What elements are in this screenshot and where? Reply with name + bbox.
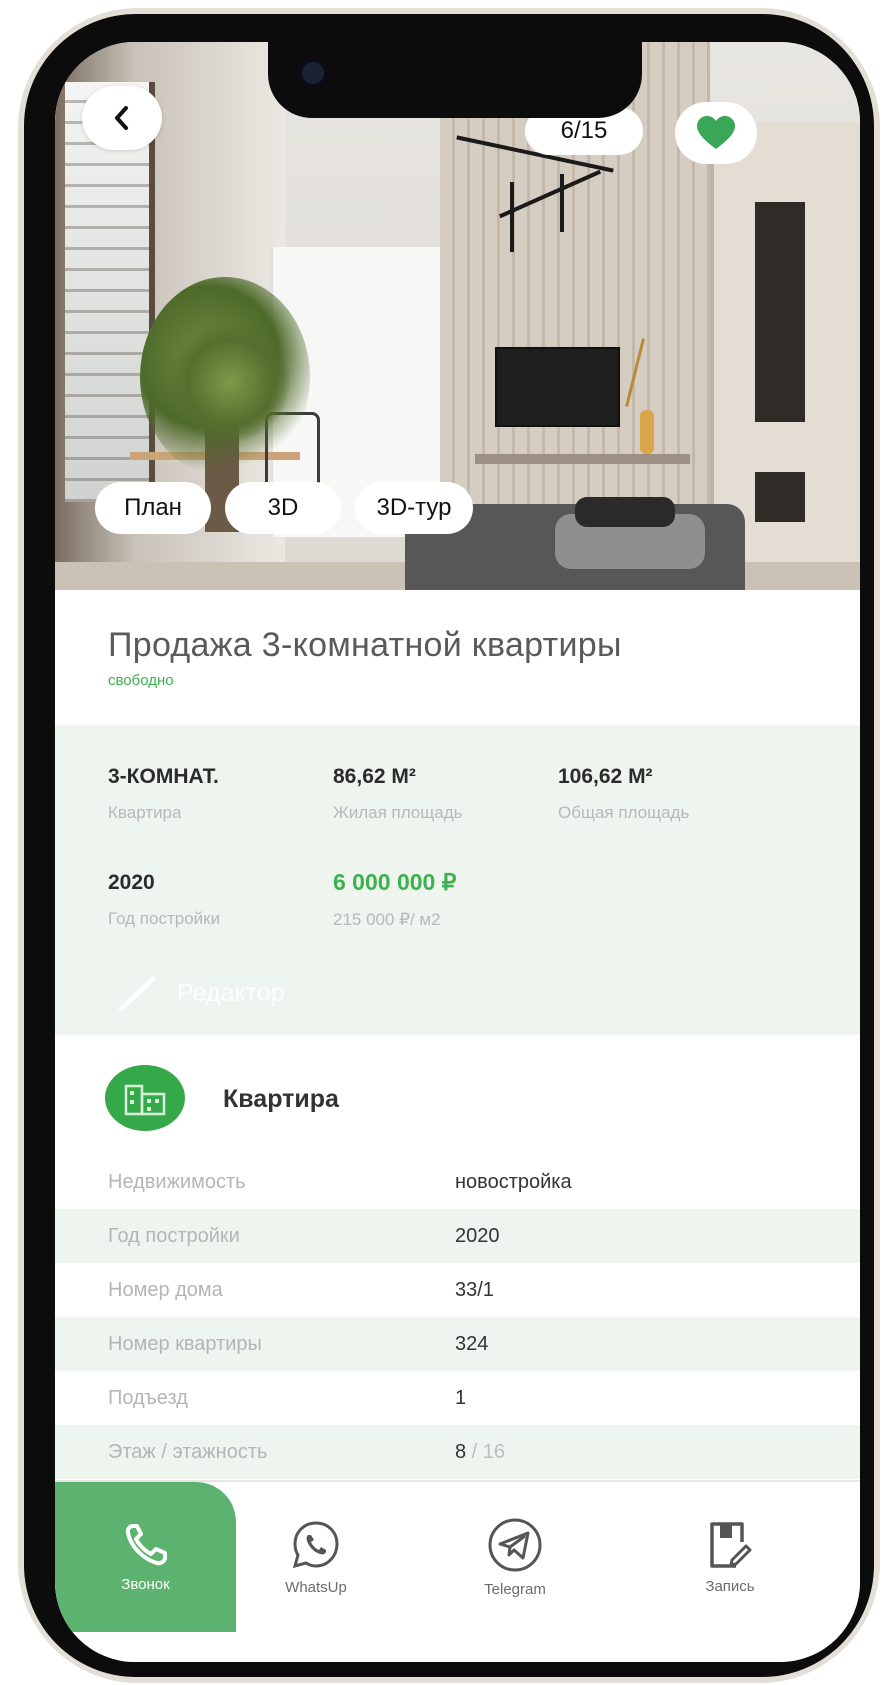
call-label: Звонок <box>121 1575 170 1593</box>
apartment-building-icon <box>105 1065 185 1131</box>
telegram-label: Telegram <box>484 1580 546 1598</box>
section-title: Квартира <box>223 1085 339 1113</box>
price-per-m2: 215 000 ₽/ м2 <box>333 910 441 929</box>
tab-3d[interactable]: 3D <box>225 482 341 534</box>
booking-button[interactable]: Запись <box>635 1482 825 1632</box>
details-section: Квартира Недвижимость новостройка Год по… <box>55 1035 860 1480</box>
media-tabs: План 3D 3D-тур <box>95 482 473 534</box>
back-chevron-icon <box>115 106 128 130</box>
spec-label: Год постройки <box>108 909 221 928</box>
spec-value: 86,62 М² <box>333 765 416 788</box>
spec-label: Квартира <box>108 803 182 822</box>
spec-value: 2020 <box>108 871 155 894</box>
tab-plan[interactable]: План <box>95 482 211 534</box>
front-camera <box>298 58 328 88</box>
detail-value: 8 / 16 <box>455 1441 505 1464</box>
app-screen: 6/15 План 3D 3D-тур Продажа 3-комнатной … <box>55 42 860 1662</box>
spec-label: Жилая площадь <box>333 803 463 822</box>
floor-value: 8 <box>455 1440 467 1463</box>
spec-label: Общая площадь <box>558 803 690 822</box>
detail-value: 1 <box>455 1386 467 1409</box>
tab-3d-tour[interactable]: 3D-тур <box>355 482 473 534</box>
listing-title: Продажа 3-комнатной квартиры <box>108 626 622 664</box>
detail-key: Год постройки <box>108 1224 240 1247</box>
spec-rooms: 3-КОМНАТ. Квартира <box>108 765 219 823</box>
booking-icon <box>710 1521 752 1568</box>
specs-panel: 3-КОМНАТ. Квартира 86,62 М² Жилая площад… <box>55 725 860 1035</box>
detail-row: Год постройки 2020 <box>55 1209 860 1263</box>
spec-value: 3-КОМНАТ. <box>108 765 219 788</box>
detail-key: Этаж / этажность <box>108 1440 268 1463</box>
detail-key: Недвижимость <box>108 1170 246 1193</box>
detail-value: 324 <box>455 1332 489 1355</box>
spec-price: 6 000 000 ₽ 215 000 ₽/ м2 <box>333 869 456 930</box>
spec-total-area: 106,62 М² Общая площадь <box>558 765 689 823</box>
property-photo[interactable]: 6/15 План 3D 3D-тур <box>55 42 860 590</box>
action-bar: Звонок WhatsUp Telegram Запись <box>55 1480 860 1662</box>
phone-icon <box>125 1523 167 1565</box>
telegram-button[interactable]: Telegram <box>435 1482 595 1632</box>
whatsapp-button[interactable]: WhatsUp <box>236 1482 396 1632</box>
detail-key: Номер дома <box>108 1278 223 1301</box>
detail-row: Номер дома 33/1 <box>55 1263 860 1317</box>
detail-key: Подъезд <box>108 1386 188 1409</box>
spec-build-year: 2020 Год постройки <box>108 871 220 929</box>
heart-icon <box>697 116 735 149</box>
price-value: 6 000 000 ₽ <box>333 869 457 895</box>
detail-row: Недвижимость новостройка <box>55 1155 860 1209</box>
listing-header: Продажа 3-комнатной квартиры свободно <box>55 590 860 725</box>
editor-label: Редактор <box>177 978 285 1007</box>
spec-living-area: 86,62 М² Жилая площадь <box>333 765 462 823</box>
detail-value: 2020 <box>455 1224 500 1247</box>
detail-key: Номер квартиры <box>108 1332 262 1355</box>
whatsapp-label: WhatsUp <box>285 1578 347 1596</box>
status-badge: свободно <box>108 672 174 689</box>
detail-value: новостройка <box>455 1170 572 1193</box>
whatsapp-icon <box>292 1520 339 1568</box>
back-button[interactable] <box>82 86 162 150</box>
detail-value: 33/1 <box>455 1278 494 1301</box>
pencil-icon <box>118 976 156 1011</box>
floor-total: / 16 <box>466 1440 506 1463</box>
booking-label: Запись <box>705 1577 755 1595</box>
telegram-icon <box>488 1518 542 1571</box>
editor-button[interactable]: Редактор <box>115 975 285 1011</box>
detail-row: Подъезд 1 <box>55 1371 860 1425</box>
detail-row: Этаж / этажность 8 / 16 <box>55 1425 860 1479</box>
favorite-button[interactable] <box>675 102 757 164</box>
detail-row: Номер квартиры 324 <box>55 1317 860 1371</box>
call-button[interactable]: Звонок <box>55 1482 236 1632</box>
spec-value: 106,62 М² <box>558 765 653 788</box>
